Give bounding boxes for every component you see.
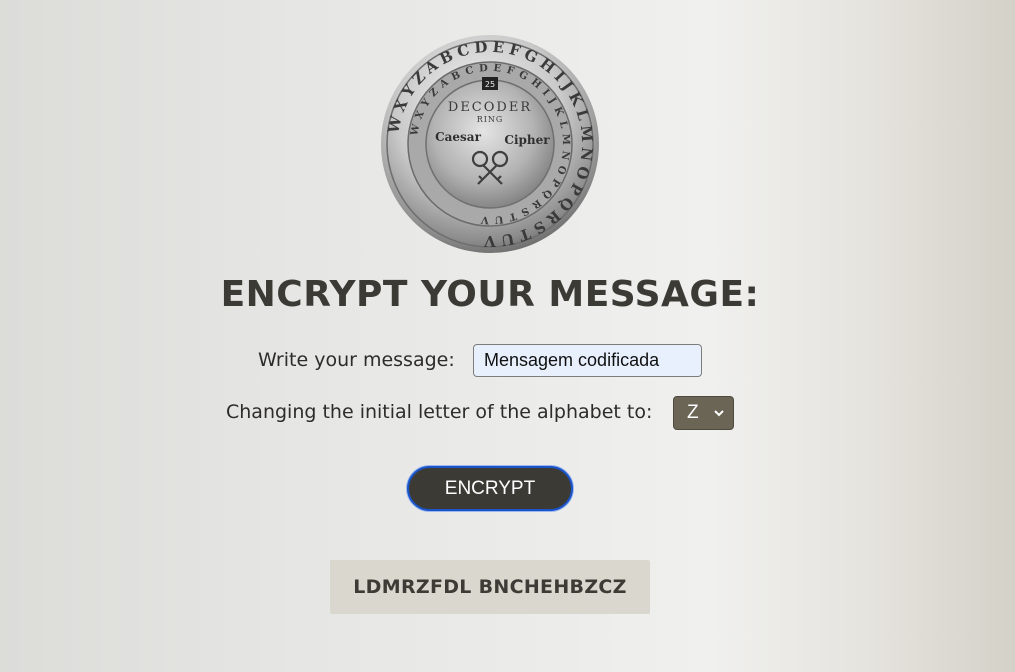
chevron-down-icon	[714, 410, 724, 417]
encrypt-button[interactable]: ENCRYPT	[407, 466, 573, 511]
center-decoder-text: DECODER	[448, 100, 532, 115]
initial-letter-select[interactable]: Z	[673, 396, 734, 430]
ring-window-number: 25	[485, 80, 495, 89]
page-title: ENCRYPT YOUR MESSAGE:	[220, 274, 760, 315]
encrypted-result: LDMRZFDL BNCHEHBZCZ	[330, 560, 650, 614]
decoder-ring-logo: WXYZABCDEFGHIJKLMNOPQRSTUV WXYZABCDEFGHI…	[380, 34, 600, 254]
caesar-text: Caesar	[435, 130, 481, 144]
center-ring-text: RING	[477, 115, 504, 124]
letter-label: Changing the initial letter of the alpha…	[226, 401, 653, 423]
message-label: Write your message:	[258, 349, 455, 371]
cipher-text: Cipher	[504, 133, 550, 147]
selected-letter: Z	[687, 402, 699, 423]
message-input[interactable]	[473, 344, 702, 377]
